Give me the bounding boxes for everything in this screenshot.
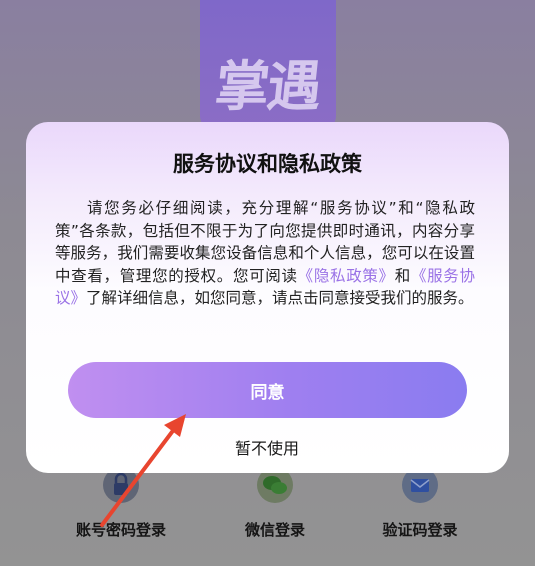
app-logo-text: 掌遇: [212, 55, 323, 118]
dialog-body: 请您务必仔细阅读，充分理解“服务协议”和“隐私政策”各条款，包括但不限于为了向您…: [55, 197, 475, 310]
login-option-label: 微信登录: [244, 521, 305, 539]
dialog-body-text: 了解详细信息，如您同意，请点击同意接受我们的服务。: [86, 289, 474, 307]
privacy-policy-link[interactable]: 《隐私政策》: [298, 267, 395, 285]
app-logo: 掌遇: [200, 0, 336, 130]
agree-button[interactable]: 同意: [68, 362, 467, 418]
dialog-title: 服务协议和隐私政策: [173, 152, 362, 176]
decline-button[interactable]: 暂不使用: [167, 432, 367, 462]
login-option-label: 账号密码登录: [75, 521, 166, 539]
login-option-label: 验证码登录: [382, 521, 458, 539]
dialog-body-text: 和: [394, 266, 411, 285]
privacy-dialog: 服务协议和隐私政策 请您务必仔细阅读，充分理解“服务协议”和“隐私政策”各条款，…: [26, 122, 509, 473]
